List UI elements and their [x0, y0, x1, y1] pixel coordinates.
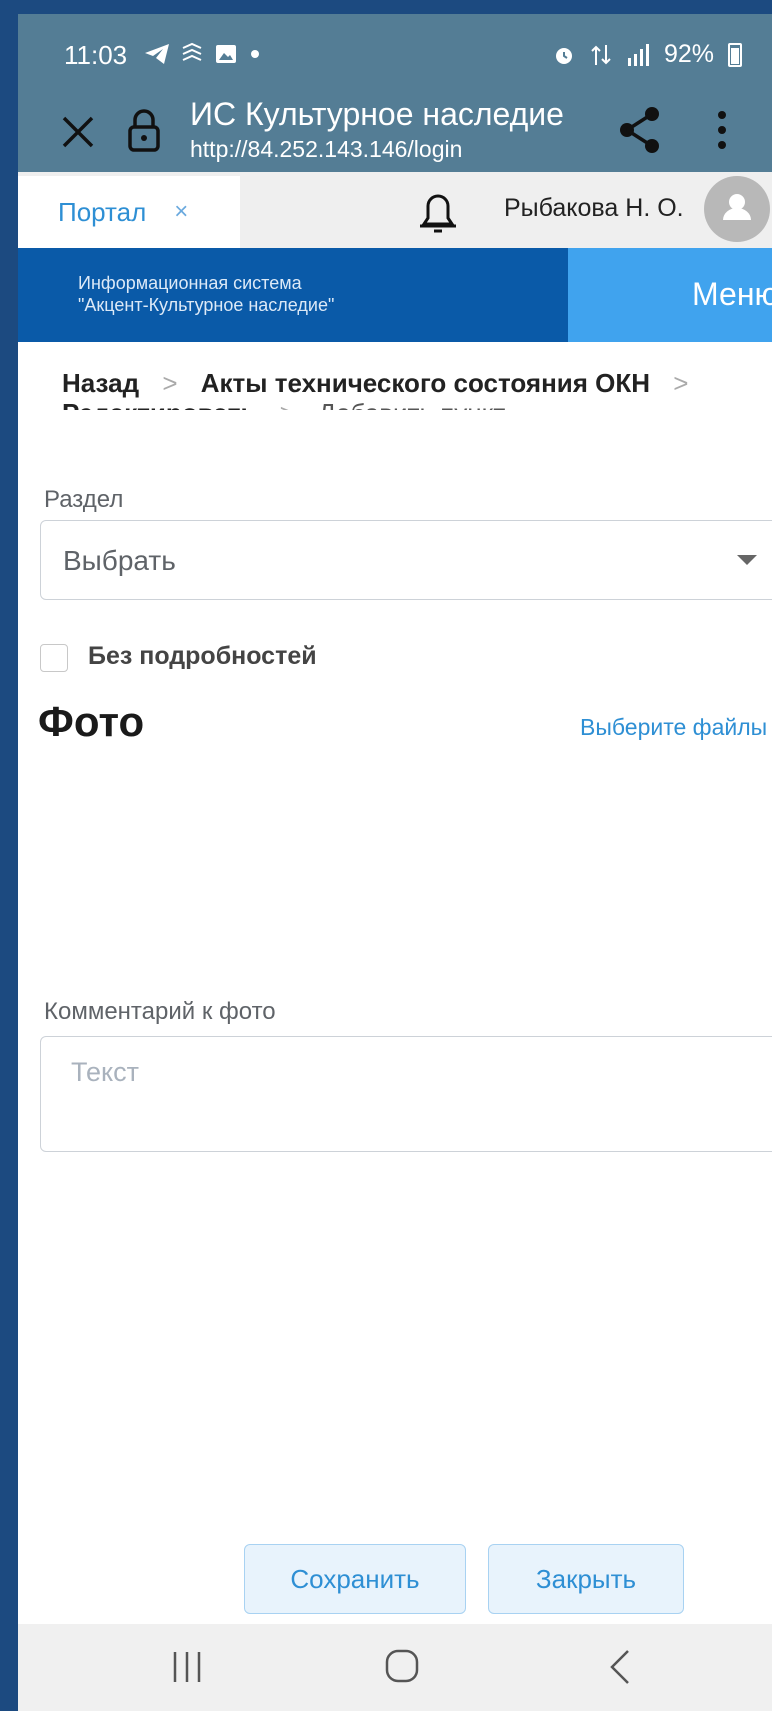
recent-apps-icon[interactable]: [170, 1650, 204, 1684]
save-button[interactable]: Сохранить: [244, 1544, 466, 1614]
breadcrumb-edit[interactable]: Редактировать: [62, 398, 256, 410]
breadcrumb-back[interactable]: Назад: [62, 368, 139, 398]
lock-icon[interactable]: [126, 108, 162, 152]
section-select-value: Выбрать: [63, 545, 176, 576]
telegram-icon: [145, 44, 169, 64]
breadcrumb-separator: >: [280, 398, 295, 410]
chevron-down-icon: [737, 555, 757, 565]
comment-placeholder: Текст: [71, 1057, 139, 1087]
breadcrumb-separator: >: [673, 368, 689, 398]
close-button[interactable]: Закрыть: [488, 1544, 684, 1614]
breadcrumb-acts[interactable]: Акты технического состояния ОКН: [201, 368, 650, 398]
back-icon[interactable]: [608, 1648, 632, 1686]
more-options-icon[interactable]: [716, 110, 728, 150]
status-notification-icons: [144, 42, 262, 66]
tab-close-icon[interactable]: ×: [174, 198, 188, 226]
no-details-label[interactable]: Без подробностей: [88, 642, 317, 671]
site-url: http://84.252.143.146/login: [190, 136, 463, 162]
site-title: ИС Культурное наследие: [190, 96, 564, 132]
status-right: 92%: [552, 40, 742, 69]
app-icon: [182, 42, 202, 61]
section-select[interactable]: Выбрать: [40, 520, 772, 600]
bell-icon[interactable]: [416, 188, 460, 236]
signal-icon: [627, 43, 649, 66]
breadcrumb-current: Добавить пункт: [318, 398, 505, 410]
choose-files-link[interactable]: Выберите файлы: [580, 714, 767, 741]
status-time: 11:03: [64, 40, 128, 70]
share-icon[interactable]: [618, 106, 662, 154]
portal-tabbar: Портал × Рыбакова Н. О.: [18, 172, 772, 248]
app-banner: Информационная система "Акцент-Культурно…: [18, 248, 772, 342]
menu-button[interactable]: Меню: [568, 248, 772, 342]
breadcrumb-separator: >: [162, 368, 178, 398]
breadcrumb: Назад > Акты технического состояния ОКН …: [62, 368, 762, 410]
avatar[interactable]: [704, 176, 770, 242]
user-icon: [723, 194, 751, 220]
battery-icon: [728, 42, 742, 67]
close-icon[interactable]: [58, 112, 98, 152]
phone-screen: 11:03 92% ИС Культурное наследие http://…: [18, 14, 772, 1711]
battery-percent: 92%: [663, 40, 714, 68]
tab-portal[interactable]: Портал ×: [18, 176, 240, 248]
comment-textarea[interactable]: Текст: [40, 1036, 772, 1152]
section-label: Раздел: [44, 486, 124, 513]
photo-heading: Фото: [38, 698, 145, 745]
data-icon: [591, 44, 611, 65]
gallery-icon: [216, 45, 236, 63]
comment-label: Комментарий к фото: [44, 998, 276, 1025]
tab-portal-label: Портал: [58, 196, 147, 227]
alarm-icon: [555, 47, 572, 64]
home-icon[interactable]: [384, 1648, 420, 1684]
app-name-line2: "Акцент-Культурное наследие": [78, 295, 335, 315]
android-nav-bar: [18, 1624, 772, 1711]
browser-header: 11:03 92% ИС Культурное наследие http://…: [18, 14, 772, 172]
app-name-line1: Информационная система: [78, 273, 302, 293]
app-name: Информационная система "Акцент-Культурно…: [78, 272, 334, 316]
user-name[interactable]: Рыбакова Н. О.: [504, 194, 684, 223]
dot-icon: [251, 50, 259, 58]
no-details-checkbox[interactable]: [40, 644, 68, 672]
